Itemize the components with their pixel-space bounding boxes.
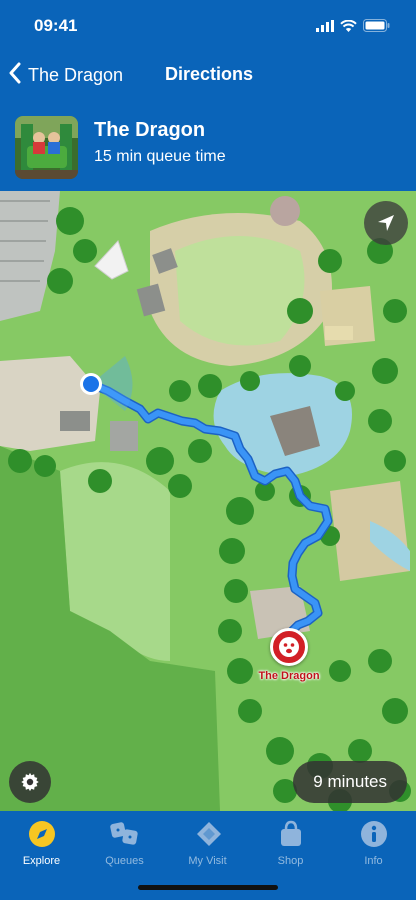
tab-label: Explore xyxy=(22,855,61,867)
eta-badge: 9 minutes xyxy=(293,761,407,803)
wifi-icon xyxy=(340,19,357,37)
status-time: 09:41 xyxy=(34,16,78,35)
shopping-bag-icon xyxy=(249,819,332,849)
tab-label: My Visit xyxy=(188,855,227,867)
eta-text: 9 minutes xyxy=(313,772,387,791)
ride-thumbnail xyxy=(15,116,78,179)
tab-explore[interactable]: Explore xyxy=(0,819,83,867)
park-map[interactable]: The Dragon 9 minutes xyxy=(0,191,416,811)
info-icon xyxy=(332,819,415,849)
status-icons xyxy=(316,19,390,37)
tab-queues[interactable]: Queues xyxy=(83,819,166,867)
map-settings-button[interactable] xyxy=(9,761,51,803)
dragon-face-icon xyxy=(277,635,301,659)
recenter-button[interactable] xyxy=(364,201,408,245)
compass-icon xyxy=(0,819,83,849)
signal-icon xyxy=(316,19,334,37)
dice-icon xyxy=(83,819,166,849)
tab-my-visit[interactable]: My Visit xyxy=(166,819,249,867)
battery-icon xyxy=(363,19,390,37)
gear-icon xyxy=(19,771,41,793)
back-label: The Dragon xyxy=(28,65,124,85)
ride-summary: The Dragon 15 min queue time xyxy=(0,110,416,182)
location-arrow-icon xyxy=(376,213,396,233)
map-canvas xyxy=(0,191,416,811)
destination-pin xyxy=(270,628,308,666)
tab-info[interactable]: Info xyxy=(332,819,415,867)
ride-name: The Dragon xyxy=(94,119,206,141)
home-indicator xyxy=(138,885,278,890)
nav-bar: The Dragon Directions xyxy=(0,52,416,96)
destination-marker[interactable]: The Dragon xyxy=(254,628,324,682)
tab-label: Info xyxy=(364,855,383,867)
queue-time: 15 min queue time xyxy=(94,148,226,165)
destination-label: The Dragon xyxy=(258,670,320,682)
page-title: Directions xyxy=(165,64,254,84)
back-button[interactable]: The Dragon xyxy=(8,62,123,89)
status-bar: 09:41 xyxy=(0,0,416,52)
tab-label: Queues xyxy=(105,855,144,867)
header: 09:41 The Dragon Directions The Dragon 1… xyxy=(0,0,416,191)
tab-shop[interactable]: Shop xyxy=(249,819,332,867)
ticket-icon xyxy=(166,819,249,849)
chevron-left-icon xyxy=(8,62,22,89)
tab-label: Shop xyxy=(277,855,304,867)
